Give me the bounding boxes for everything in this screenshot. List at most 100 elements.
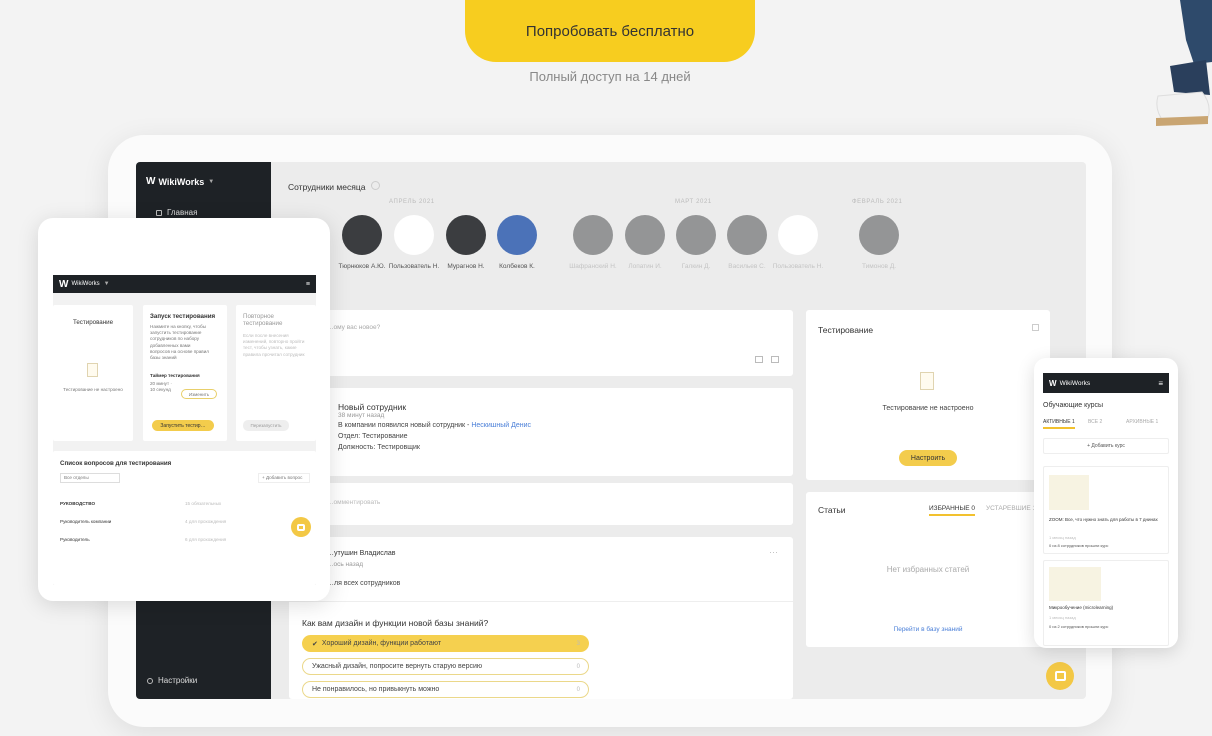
feed-item-department: Отдел: Тестирование (338, 433, 408, 440)
question-row[interactable]: Руководитель (60, 537, 90, 543)
tab-archive[interactable]: АРХИВНЫЕ 1 (1126, 419, 1158, 425)
menu-icon[interactable]: ≡ (306, 281, 310, 288)
info-icon[interactable] (371, 181, 380, 190)
trial-subtitle: Полный доступ на 14 дней (529, 69, 691, 84)
testing-empty-text: Тестирование не настроено (882, 405, 974, 412)
wikiworks-logo-icon: W (59, 278, 69, 290)
attach-icon[interactable] (771, 356, 779, 363)
chat-button[interactable] (291, 517, 311, 537)
tab-outdated[interactable]: УСТАРЕВШИЕ 1 (986, 505, 1036, 512)
chat-icon (1054, 671, 1066, 681)
restart-button[interactable]: Перезапустить (243, 420, 289, 431)
feed-item-time: 38 минут назад (338, 412, 385, 419)
employee-name: Шафранский Н. (569, 263, 617, 270)
home-icon (156, 209, 162, 216)
avatar[interactable] (342, 215, 382, 255)
tablet-card-launch: Запуск тестирования Нажмите на кнопку, ч… (143, 305, 227, 441)
comment-box[interactable]: …омментировать (289, 483, 793, 525)
tablet-topbar: W WikiWorks ▼ ≡ (53, 275, 316, 293)
employee-name: Васильев С. (728, 263, 766, 270)
widget-title: Тестирование (818, 325, 874, 335)
try-free-button[interactable]: Попробовать бесплатно (465, 0, 755, 62)
tab-all[interactable]: ВСЕ 2 (1088, 419, 1102, 425)
articles-empty-text: Нет избранных статей (886, 565, 970, 574)
employee-name: Колбеков К. (499, 263, 535, 270)
tablet-content: Тестирование Тестирование не настроено З… (53, 293, 316, 585)
tablet-card-testing: Тестирование Тестирование не настроено (53, 305, 133, 441)
menu-icon[interactable]: ≡ (1158, 379, 1163, 388)
employee-name: Галкин Д. (681, 263, 711, 270)
settings-icon (147, 677, 153, 684)
questions-list: Список вопросов для тестирования Все отд… (53, 451, 316, 585)
knowledge-base-link[interactable]: Перейти в базу знаний (806, 626, 1050, 633)
post-author[interactable]: …утушин Владислав (327, 550, 395, 557)
employee-name: Тюрнюков А.Ю. (338, 263, 386, 270)
avatar[interactable] (446, 215, 486, 255)
sidebar-item-label: Главная (167, 208, 198, 217)
employee-name: Мурагнов Н. (447, 263, 485, 270)
employee-name: Пользователь Н. (388, 263, 440, 270)
tablet-card-retest: Повторное тестирование Если после внесен… (236, 305, 316, 441)
post-composer[interactable]: …ому вас новое? (289, 310, 793, 376)
post-time: …ось назад (327, 561, 364, 568)
checkmark-icon: ✔ (312, 640, 318, 648)
brand-name: WikiWorks (158, 176, 205, 187)
post-input-placeholder: …ому вас новое? (327, 324, 381, 331)
sidebar-item-label: Настройки (158, 676, 198, 685)
feed-item-text: В компании появился новый сотрудник - Не… (338, 422, 532, 429)
add-course-button[interactable]: + Добавить курс (1043, 438, 1169, 454)
image-icon[interactable] (755, 356, 763, 363)
feed-item-title: Новый сотрудник (338, 402, 407, 412)
phone-device: W WikiWorks ≡ Обучающие курсы АКТИВНЫЕ 1… (1034, 358, 1178, 648)
sidebar-brand[interactable]: W WikiWorks ▼ (146, 176, 214, 187)
department-filter[interactable]: Все отделы (60, 473, 120, 483)
course-thumbnail (1049, 475, 1089, 510)
wikiworks-logo-icon: W (1049, 378, 1057, 388)
tab-favorites[interactable]: ИЗБРАННЫЕ 0 (929, 505, 976, 516)
tab-active[interactable]: АКТИВНЫЕ 1 (1043, 419, 1075, 429)
more-icon[interactable]: ··· (769, 547, 778, 557)
avatar[interactable] (727, 215, 767, 255)
avatar[interactable] (859, 215, 899, 255)
avatar[interactable] (625, 215, 665, 255)
avatar[interactable] (573, 215, 613, 255)
course-thumbnail (1049, 567, 1101, 601)
sidebar-item-settings[interactable]: Настройки (147, 676, 197, 685)
month-label: ФЕВРАЛЬ 2021 (852, 199, 903, 205)
course-card[interactable]: Микрообучение (microlearning) 1 месяц на… (1043, 560, 1169, 646)
question-row[interactable]: РУКОВОДСТВО (60, 501, 95, 507)
course-card[interactable]: ZOOM: Все, что нужно знать для работы в … (1043, 466, 1169, 554)
month-label: МАРТ 2021 (675, 199, 712, 205)
wikiworks-logo-icon: W (146, 176, 156, 187)
employee-link[interactable]: Нескишный Денис (471, 422, 531, 429)
poll-post: …утушин Владислав …ось назад ··· …ля все… (289, 537, 793, 699)
employee-name: Тимонов Д. (861, 263, 897, 270)
poll-question: Как вам дизайн и функции новой базы знан… (302, 618, 489, 628)
avatar[interactable] (676, 215, 716, 255)
avatar[interactable] (497, 215, 537, 255)
poll-option[interactable]: Не понравилось, но привыкнуть можно 0 (302, 681, 589, 698)
settings-icon[interactable] (1032, 324, 1039, 331)
question-row[interactable]: Руководитель компании (60, 519, 111, 525)
poll-option[interactable]: ✔ Хороший дизайн, функции работают 3 (302, 635, 589, 652)
change-timer-button[interactable]: Изменить (181, 389, 217, 399)
chevron-down-icon: ▼ (103, 281, 110, 287)
widget-title: Статьи (818, 505, 846, 515)
employee-name: Лопатин И. (628, 263, 662, 270)
configure-button[interactable]: Настроить (899, 450, 957, 466)
sidebar-item-home[interactable]: Главная (156, 208, 197, 217)
courses-title: Обучающие курсы (1043, 402, 1104, 409)
employee-name: Пользователь Н. (772, 263, 824, 270)
avatar[interactable] (394, 215, 434, 255)
feed-item-position: Должность: Тестировщик (338, 444, 420, 451)
articles-widget: Статьи ИЗБРАННЫЕ 0 УСТАРЕВШИЕ 1 Нет избр… (806, 492, 1050, 647)
launch-testing-button[interactable]: Запустить тестир… (152, 420, 214, 431)
comment-placeholder: …омментировать (327, 499, 381, 506)
avatar[interactable] (778, 215, 818, 255)
add-question-button[interactable]: + Добавить вопрос (258, 473, 310, 483)
document-icon (920, 372, 934, 390)
poll-option[interactable]: Ужасный дизайн, попросите вернуть старую… (302, 658, 589, 675)
chevron-down-icon: ▼ (208, 178, 215, 185)
chat-button[interactable] (1046, 662, 1074, 690)
mascot-illustration (1156, 0, 1212, 126)
